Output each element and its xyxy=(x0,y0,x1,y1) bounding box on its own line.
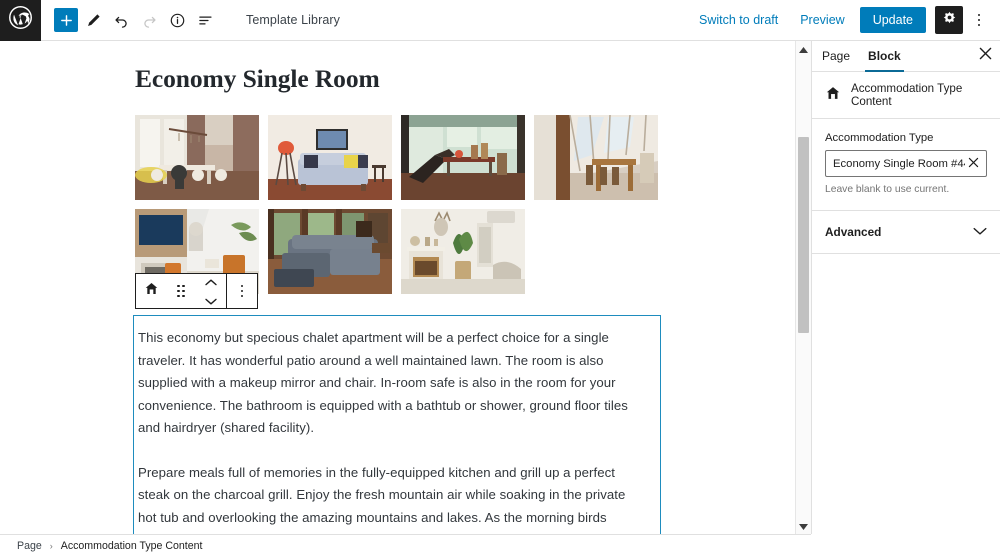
advanced-panel-toggle[interactable]: Advanced xyxy=(812,211,1000,254)
vertical-ellipsis-icon xyxy=(977,13,981,27)
editor-top-bar: Template Library Switch to draft Preview… xyxy=(0,0,1000,41)
vertical-ellipsis-icon xyxy=(240,284,244,298)
info-circle-icon xyxy=(169,12,186,29)
breadcrumb: Page › Accommodation Type Content xyxy=(0,534,811,556)
close-icon xyxy=(979,47,992,65)
close-sidebar-button[interactable] xyxy=(970,41,1000,71)
more-options-button[interactable] xyxy=(966,6,992,34)
grey-sectional-sofa-photo xyxy=(268,209,392,294)
plus-icon xyxy=(58,12,75,29)
selected-paragraph-block[interactable]: This economy but specious chalet apartme… xyxy=(133,315,661,534)
drag-dots-icon xyxy=(177,284,185,298)
preview-button[interactable]: Preview xyxy=(789,7,855,33)
page-title[interactable]: Economy Single Room xyxy=(135,64,795,94)
block-toolbar-main-group xyxy=(136,274,226,308)
scrollbar-thumb[interactable] xyxy=(798,137,809,333)
top-bar-right-tools: Switch to draft Preview Update xyxy=(688,6,1000,34)
gallery-image[interactable] xyxy=(401,209,525,294)
block-toolbar[interactable] xyxy=(135,273,258,309)
block-type-button[interactable] xyxy=(136,281,166,301)
accommodation-type-setting: Accommodation Type Economy Single Room #… xyxy=(812,119,1000,211)
breadcrumb-item-page[interactable]: Page xyxy=(17,540,42,552)
scroll-down-button[interactable] xyxy=(796,518,811,534)
chevron-down-icon xyxy=(973,223,987,241)
accommodation-type-label: Accommodation Type xyxy=(825,132,934,144)
list-view-button[interactable] xyxy=(192,7,218,33)
block-header-label: Accommodation Type Content xyxy=(851,82,963,108)
redo-button[interactable] xyxy=(136,7,162,33)
gallery-image[interactable] xyxy=(268,115,392,200)
white-living-room-deer-photo xyxy=(401,209,525,294)
wordpress-logo-icon xyxy=(8,5,33,35)
top-bar-left-tools: Template Library xyxy=(41,7,340,33)
gallery-image[interactable] xyxy=(135,115,259,200)
edit-tool-button[interactable] xyxy=(80,7,106,33)
living-room-blue-sofa-photo xyxy=(268,115,392,200)
advanced-panel-label: Advanced xyxy=(825,225,882,239)
sidebar-tabs: Page Block xyxy=(812,41,1000,72)
block-more-options-button[interactable] xyxy=(227,284,257,298)
breadcrumb-item-current[interactable]: Accommodation Type Content xyxy=(61,540,203,552)
home-icon xyxy=(825,85,841,106)
scroll-up-button[interactable] xyxy=(796,41,811,57)
triangle-down-icon xyxy=(799,517,808,535)
dining-room-photo xyxy=(135,115,259,200)
wordpress-logo-button[interactable] xyxy=(0,0,41,41)
close-icon xyxy=(968,155,979,173)
pencil-icon xyxy=(85,12,102,29)
template-library-label[interactable]: Template Library xyxy=(246,13,340,27)
editor-canvas[interactable]: Economy Single Room This economy but spe… xyxy=(0,41,795,534)
home-icon xyxy=(144,281,159,301)
sunroom-lounge-photo xyxy=(401,115,525,200)
accommodation-type-help: Leave blank to use current. xyxy=(825,184,950,195)
block-header: Accommodation Type Content xyxy=(812,72,1000,119)
list-view-icon xyxy=(197,12,214,29)
paragraph-text[interactable]: Prepare meals full of memories in the fu… xyxy=(138,462,647,535)
move-block-buttons[interactable] xyxy=(196,273,226,310)
paragraph-text[interactable]: This economy but specious chalet apartme… xyxy=(138,327,647,440)
undo-button[interactable] xyxy=(108,7,134,33)
block-toolbar-options-group xyxy=(227,274,257,308)
accommodation-type-value: Economy Single Room #44 xyxy=(833,157,965,170)
add-block-button[interactable] xyxy=(54,8,78,32)
triangle-up-icon xyxy=(799,40,808,58)
undo-arrow-icon xyxy=(113,12,130,29)
settings-button[interactable] xyxy=(935,6,963,34)
breadcrumb-separator: › xyxy=(49,540,53,551)
update-button[interactable]: Update xyxy=(859,7,926,33)
tab-block[interactable]: Block xyxy=(859,41,910,72)
gear-icon xyxy=(942,10,957,30)
gallery-image[interactable] xyxy=(534,115,658,200)
canvas-scrollbar[interactable] xyxy=(795,41,811,534)
wordpress-block-editor: Template Library Switch to draft Preview… xyxy=(0,0,1000,556)
settings-sidebar: Page Block Accommodation Type Content Ac… xyxy=(811,41,1000,534)
gallery-image[interactable] xyxy=(401,115,525,200)
chevron-down-icon[interactable] xyxy=(205,292,217,310)
tab-page[interactable]: Page xyxy=(812,41,859,71)
switch-to-draft-button[interactable]: Switch to draft xyxy=(688,7,789,33)
details-info-button[interactable] xyxy=(164,7,190,33)
accommodation-image-gallery[interactable] xyxy=(135,115,670,294)
gallery-image[interactable] xyxy=(268,209,392,294)
redo-arrow-icon xyxy=(141,12,158,29)
attic-dining-photo xyxy=(534,115,658,200)
chevron-up-icon[interactable] xyxy=(205,273,217,291)
accommodation-type-input[interactable]: Economy Single Room #44 xyxy=(825,150,987,177)
clear-accommodation-type-button[interactable] xyxy=(965,155,982,173)
drag-handle[interactable] xyxy=(166,284,196,298)
